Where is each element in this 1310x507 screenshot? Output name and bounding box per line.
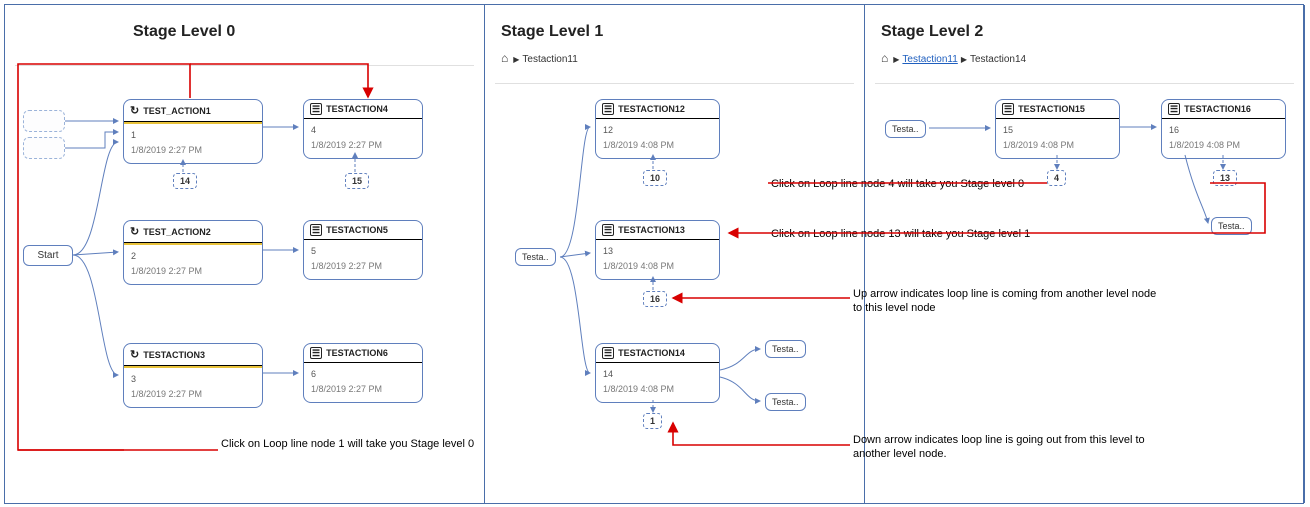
card-testaction15[interactable]: TESTACTION15 151/8/2019 4:08 PM: [995, 99, 1120, 159]
loop-badge-14[interactable]: 14: [173, 173, 197, 189]
breadcrumb-current: Testaction11: [522, 54, 577, 65]
panel-title-1: Stage Level 1: [501, 23, 603, 41]
card-testaction6[interactable]: TESTACTION6 61/8/2019 2:27 PM: [303, 343, 423, 403]
annotation-up-arrow: Up arrow indicates loop line is coming f…: [853, 287, 1163, 316]
breadcrumb-current: Testaction14: [970, 54, 1026, 65]
ghost-node: [23, 110, 65, 132]
breadcrumb-level-2: Testaction11 Testaction14: [881, 51, 1026, 65]
card-header: TEST_ACTION2: [124, 221, 262, 243]
panel-title-2: Stage Level 2: [881, 23, 983, 41]
card-header: TESTACTION16: [1162, 100, 1285, 119]
card-title: TESTACTION15: [1018, 104, 1085, 114]
card-title: TESTACTION4: [326, 104, 388, 114]
card-testaction14[interactable]: TESTACTION14 141/8/2019 4:08 PM: [595, 343, 720, 403]
panel-level-0: Stage Level 0 Start TEST_ACTION1 11/8/20…: [5, 5, 485, 503]
card-body: 21/8/2019 2:27 PM: [124, 245, 262, 284]
card-testaction16[interactable]: TESTACTION16 161/8/2019 4:08 PM: [1161, 99, 1286, 159]
clip-icon: [310, 348, 322, 358]
connectors-level-2: [865, 5, 1305, 505]
loop-badge-13[interactable]: 13: [1213, 170, 1237, 186]
card-header: TESTACTION13: [596, 221, 719, 240]
home-icon[interactable]: [881, 54, 890, 65]
ellipsis-node[interactable]: Testa..: [765, 393, 806, 411]
card-header: TESTACTION4: [304, 100, 422, 119]
divider: [15, 65, 474, 66]
card-title: TESTACTION12: [618, 104, 685, 114]
ellipsis-node[interactable]: Testa..: [885, 120, 926, 138]
panel-level-1: Stage Level 1 Testaction11 Testa.. TESTA…: [485, 5, 865, 503]
panel-level-2: Stage Level 2 Testaction11 Testaction14 T…: [865, 5, 1305, 503]
card-title: TESTACTION16: [1184, 104, 1251, 114]
card-testaction3[interactable]: TESTACTION3 31/8/2019 2:27 PM: [123, 343, 263, 408]
chevron-right-icon: [958, 54, 970, 65]
clip-icon: [310, 104, 322, 114]
card-testaction12[interactable]: TESTACTION12 121/8/2019 4:08 PM: [595, 99, 720, 159]
card-header: TESTACTION14: [596, 344, 719, 363]
card-body: 121/8/2019 4:08 PM: [596, 119, 719, 158]
card-header: TESTACTION6: [304, 344, 422, 363]
clip-icon: [310, 225, 322, 235]
card-title: TESTACTION5: [326, 225, 388, 235]
card-body: 61/8/2019 2:27 PM: [304, 363, 422, 402]
card-testaction13[interactable]: TESTACTION13 131/8/2019 4:08 PM: [595, 220, 720, 280]
loop-badge-1[interactable]: 1: [643, 413, 662, 429]
panel-title-0: Stage Level 0: [133, 23, 235, 41]
annotation-node-1: Click on Loop line node 1 will take you …: [221, 437, 581, 451]
chevron-right-icon: [890, 54, 902, 65]
clip-icon: [602, 348, 614, 358]
breadcrumb-level-1: Testaction11: [501, 51, 578, 65]
divider: [875, 83, 1294, 84]
diagram-canvas: Stage Level 0 Start TEST_ACTION1 11/8/20…: [4, 4, 1304, 504]
loop-badge-15[interactable]: 15: [345, 173, 369, 189]
annotation-node-13: Click on Loop line node 13 will take you…: [771, 227, 1091, 241]
ellipsis-node[interactable]: Testa..: [1211, 217, 1252, 235]
card-body: 141/8/2019 4:08 PM: [596, 363, 719, 402]
card-body: 31/8/2019 2:27 PM: [124, 368, 262, 407]
card-testaction5[interactable]: TESTACTION5 51/8/2019 2:27 PM: [303, 220, 423, 280]
ellipsis-node[interactable]: Testa..: [515, 248, 556, 266]
card-body: 11/8/2019 2:27 PM: [124, 124, 262, 163]
ghost-node: [23, 137, 65, 159]
chevron-right-icon: [510, 54, 522, 65]
loop-icon: [130, 348, 139, 361]
card-header: TESTACTION12: [596, 100, 719, 119]
loop-icon: [130, 104, 139, 117]
card-body: 151/8/2019 4:08 PM: [996, 119, 1119, 158]
card-title: TEST_ACTION2: [143, 227, 211, 237]
clip-icon: [1002, 104, 1014, 114]
card-title: TESTACTION13: [618, 225, 685, 235]
breadcrumb-link[interactable]: Testaction11: [902, 54, 957, 65]
clip-icon: [602, 225, 614, 235]
card-title: TESTACTION3: [143, 350, 205, 360]
card-test-action1[interactable]: TEST_ACTION1 11/8/2019 2:27 PM: [123, 99, 263, 164]
loop-badge-16[interactable]: 16: [643, 291, 667, 307]
loop-icon: [130, 225, 139, 238]
card-title: TESTACTION14: [618, 348, 685, 358]
start-node[interactable]: Start: [23, 245, 73, 266]
card-testaction4[interactable]: TESTACTION4 41/8/2019 2:27 PM: [303, 99, 423, 159]
card-header: TEST_ACTION1: [124, 100, 262, 122]
annotation-node-4: Click on Loop line node 4 will take you …: [771, 177, 1091, 191]
clip-icon: [602, 104, 614, 114]
home-icon[interactable]: [501, 54, 510, 65]
card-body: 51/8/2019 2:27 PM: [304, 240, 422, 279]
card-test-action2[interactable]: TEST_ACTION2 21/8/2019 2:27 PM: [123, 220, 263, 285]
annotation-down-arrow: Down arrow indicates loop line is going …: [853, 433, 1163, 462]
clip-icon: [1168, 104, 1180, 114]
card-body: 131/8/2019 4:08 PM: [596, 240, 719, 279]
ellipsis-node[interactable]: Testa..: [765, 340, 806, 358]
card-header: TESTACTION15: [996, 100, 1119, 119]
loop-badge-10[interactable]: 10: [643, 170, 667, 186]
card-header: TESTACTION3: [124, 344, 262, 366]
card-title: TEST_ACTION1: [143, 106, 211, 116]
card-body: 161/8/2019 4:08 PM: [1162, 119, 1285, 158]
card-body: 41/8/2019 2:27 PM: [304, 119, 422, 158]
divider: [495, 83, 854, 84]
card-title: TESTACTION6: [326, 348, 388, 358]
card-header: TESTACTION5: [304, 221, 422, 240]
